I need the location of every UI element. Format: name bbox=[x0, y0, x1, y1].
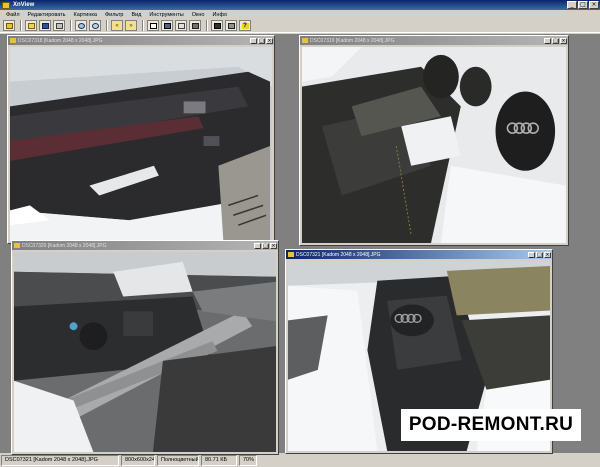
fit-icon bbox=[149, 22, 157, 29]
maximize-button[interactable]: □ bbox=[552, 37, 559, 44]
full-screen-icon bbox=[163, 22, 171, 29]
toolbar: « » ? bbox=[0, 19, 600, 33]
menu-view[interactable]: Вид bbox=[127, 12, 145, 18]
minimize-button[interactable]: _ bbox=[528, 251, 535, 258]
maximize-button[interactable]: □ bbox=[536, 251, 543, 258]
minimize-button[interactable]: _ bbox=[254, 242, 261, 249]
status-file-size: 80.71 КБ bbox=[201, 454, 237, 466]
open-button[interactable] bbox=[3, 20, 15, 31]
save-button[interactable] bbox=[39, 20, 51, 31]
status-dimensions: 800x600x24 bbox=[121, 454, 155, 466]
menu-tools[interactable]: Инструменты bbox=[145, 12, 187, 18]
zoom-out-button[interactable] bbox=[89, 20, 101, 31]
image-window-1-title: DSC07318 [Kadom 2048 x 2048].JPG bbox=[18, 37, 103, 44]
image-window-2-title: DSC07319 [Kadom 2048 x 2048].JPG bbox=[310, 37, 395, 44]
open-icon bbox=[5, 22, 13, 29]
full-screen-button[interactable] bbox=[161, 20, 173, 31]
image-window-2-titlebar[interactable]: DSC07319 [Kadom 2048 x 2048].JPG _ □ × bbox=[300, 36, 568, 45]
menu-bar: Файл Редактировать Картинка Фильтр Вид И… bbox=[0, 10, 600, 19]
mdi-workspace: DSC07318 [Kadom 2048 x 2048].JPG _ □ × D… bbox=[0, 34, 600, 455]
toolbar-separator bbox=[20, 20, 22, 31]
main-title-bar: XnView _ □ × bbox=[0, 0, 600, 10]
fit-button[interactable] bbox=[147, 20, 159, 31]
scan-button[interactable] bbox=[189, 20, 201, 31]
options-button[interactable] bbox=[225, 20, 237, 31]
toolbar-separator bbox=[206, 20, 208, 31]
image-window-1-titlebar[interactable]: DSC07318 [Kadom 2048 x 2048].JPG _ □ × bbox=[8, 36, 274, 45]
minimize-button[interactable]: _ bbox=[544, 37, 551, 44]
maximize-button[interactable]: □ bbox=[258, 37, 265, 44]
menu-info[interactable]: Инфо bbox=[208, 12, 231, 18]
image-window-4-titlebar[interactable]: DSC07321 [Kadom 2048 x 2048].JPG _ □ × bbox=[286, 250, 552, 259]
print-button[interactable] bbox=[53, 20, 65, 31]
help-button[interactable]: ? bbox=[239, 20, 251, 31]
slideshow-button[interactable] bbox=[175, 20, 187, 31]
close-button[interactable]: × bbox=[266, 37, 273, 44]
status-zoom: 70% bbox=[239, 454, 257, 466]
xnview-app-icon bbox=[2, 1, 10, 9]
image-window-2[interactable]: DSC07319 [Kadom 2048 x 2048].JPG _ □ × bbox=[299, 35, 569, 246]
menu-image[interactable]: Картинка bbox=[70, 12, 101, 18]
next-button[interactable]: » bbox=[125, 20, 137, 31]
browse-button[interactable] bbox=[25, 20, 37, 31]
zoom-in-button[interactable] bbox=[75, 20, 87, 31]
image-window-1[interactable]: DSC07318 [Kadom 2048 x 2048].JPG _ □ × bbox=[7, 35, 275, 244]
status-filename: DSC07321 [Kadom 2048 x 2048].JPG bbox=[1, 454, 119, 466]
slideshow-icon bbox=[177, 22, 185, 29]
status-color-mode: Полноцветный bbox=[157, 454, 199, 466]
site-watermark: POD-REMONT.RU bbox=[401, 409, 581, 441]
status-bar: DSC07321 [Kadom 2048 x 2048].JPG 800x600… bbox=[0, 453, 600, 467]
help-icon: ? bbox=[241, 22, 249, 29]
capture-icon bbox=[213, 22, 221, 29]
toolbar-separator bbox=[142, 20, 144, 31]
photo-dashboard bbox=[14, 252, 276, 452]
close-button[interactable]: × bbox=[270, 242, 277, 249]
menu-edit[interactable]: Редактировать bbox=[24, 12, 70, 18]
image-window-3-titlebar[interactable]: DSC07320 [Kadom 2048 x 2048].JPG _ □ × bbox=[12, 241, 278, 250]
menu-window[interactable]: Окно bbox=[188, 12, 209, 18]
next-icon: » bbox=[129, 22, 133, 29]
previous-button[interactable]: « bbox=[111, 20, 123, 31]
minimize-button[interactable]: _ bbox=[567, 1, 577, 9]
close-button[interactable]: × bbox=[589, 1, 599, 9]
minimize-button[interactable]: _ bbox=[250, 37, 257, 44]
image-file-icon bbox=[288, 252, 294, 257]
toolbar-separator bbox=[106, 20, 108, 31]
close-button[interactable]: × bbox=[544, 251, 551, 258]
scan-icon bbox=[191, 22, 199, 29]
menu-file[interactable]: Файл bbox=[2, 12, 24, 18]
previous-icon: « bbox=[115, 22, 119, 29]
maximize-button[interactable]: □ bbox=[578, 1, 588, 9]
zoom-out-icon bbox=[91, 22, 99, 29]
capture-button[interactable] bbox=[211, 20, 223, 31]
print-icon bbox=[55, 22, 63, 29]
app-title: XnView bbox=[13, 2, 35, 8]
save-icon bbox=[41, 22, 49, 29]
image-file-icon bbox=[10, 38, 16, 43]
maximize-button[interactable]: □ bbox=[262, 242, 269, 249]
close-button[interactable]: × bbox=[560, 37, 567, 44]
image-window-3[interactable]: DSC07320 [Kadom 2048 x 2048].JPG _ □ × bbox=[11, 240, 279, 455]
image-window-4-title: DSC07321 [Kadom 2048 x 2048].JPG bbox=[296, 251, 381, 258]
image-window-3-title: DSC07320 [Kadom 2048 x 2048].JPG bbox=[22, 242, 107, 249]
image-file-icon bbox=[14, 243, 20, 248]
options-icon bbox=[227, 22, 235, 29]
zoom-in-icon bbox=[77, 22, 85, 29]
browse-icon bbox=[27, 22, 35, 29]
photo-door-panel bbox=[10, 47, 272, 241]
toolbar-separator bbox=[70, 20, 72, 31]
image-file-icon bbox=[302, 38, 308, 43]
menu-filter[interactable]: Фильтр bbox=[101, 12, 127, 18]
photo-seats-snow bbox=[302, 47, 566, 243]
